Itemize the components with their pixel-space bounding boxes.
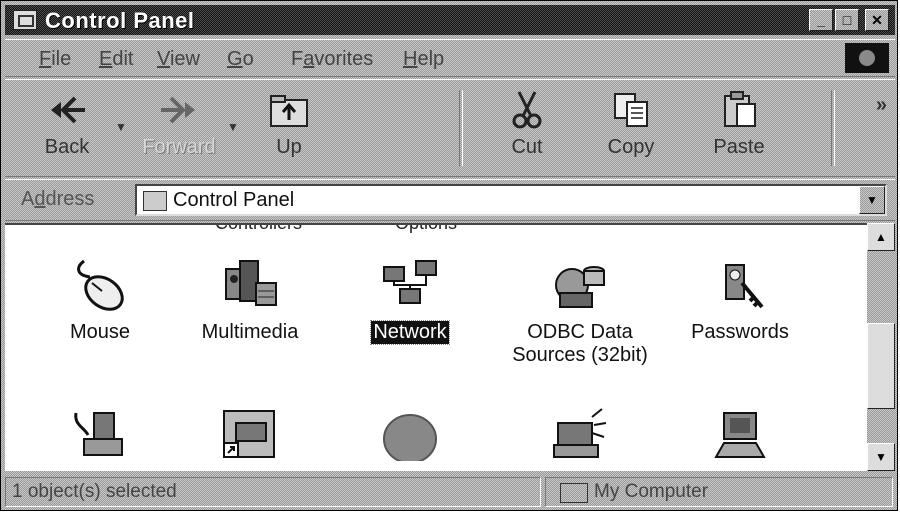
item-network[interactable]: Network: [335, 257, 485, 345]
menu-edit[interactable]: Edit: [99, 48, 133, 71]
title-bar[interactable]: Control Panel _ □ ✕: [5, 5, 895, 35]
address-field[interactable]: Control Panel ▼: [135, 184, 887, 216]
my-computer-icon: [560, 483, 588, 503]
item-odbc[interactable]: ODBC Data Sources (32bit): [505, 257, 655, 367]
scissors-icon: [505, 90, 549, 130]
back-button[interactable]: Back: [23, 84, 111, 172]
more-buttons-chevron[interactable]: »: [876, 94, 887, 117]
paste-clipboard-icon: [717, 90, 761, 130]
menu-favorites[interactable]: Favorites: [291, 48, 373, 71]
status-selection-pane: 1 object(s) selected: [5, 477, 541, 507]
item-power-management[interactable]: [25, 405, 175, 461]
item-sounds[interactable]: [505, 405, 655, 461]
partial-item-label: Controllers: [215, 223, 303, 233]
forward-dropdown-icon[interactable]: ▼: [227, 120, 239, 134]
back-arrow-icon: [45, 90, 89, 130]
control-panel-icon: [13, 10, 37, 30]
system-icon: [710, 405, 770, 461]
control-panel-window: Control Panel _ □ ✕ File Edit View Go Fa…: [0, 0, 898, 511]
partial-item-label: Options: [395, 223, 458, 233]
menu-go[interactable]: Go: [227, 48, 254, 71]
window-title: Control Panel: [45, 8, 195, 33]
item-passwords[interactable]: Passwords: [665, 257, 815, 344]
address-dropdown-button[interactable]: ▼: [859, 186, 885, 214]
copy-button[interactable]: Copy: [587, 84, 675, 172]
vertical-scrollbar[interactable]: ▲ ▼: [867, 223, 895, 471]
address-bar: Address Control Panel ▼: [5, 179, 895, 221]
status-zone-pane: My Computer: [545, 477, 893, 507]
odbc-label-line1: ODBC Data: [527, 321, 633, 343]
control-panel-folder-icon: [143, 191, 167, 211]
status-zone-text: My Computer: [594, 481, 709, 502]
minimize-button[interactable]: _: [809, 9, 833, 31]
up-button[interactable]: Up: [245, 84, 333, 172]
power-management-icon: [70, 405, 130, 461]
close-button[interactable]: ✕: [865, 9, 889, 31]
scroll-thumb[interactable]: [867, 323, 895, 409]
up-folder-icon: [267, 90, 311, 130]
back-dropdown-icon[interactable]: ▼: [115, 120, 127, 134]
windows-logo-throbber: [845, 43, 889, 73]
item-regional-settings[interactable]: [335, 405, 485, 464]
copy-icon: [609, 90, 653, 130]
regional-settings-icon: [380, 405, 440, 464]
address-value: Control Panel: [173, 189, 295, 211]
network-icon: [380, 257, 440, 313]
cut-button[interactable]: Cut: [483, 84, 571, 172]
status-bar: 1 object(s) selected My Computer: [5, 475, 895, 509]
address-label: Address: [21, 188, 95, 210]
odbc-label-line2: Sources (32bit): [512, 344, 648, 366]
mouse-icon: [70, 257, 130, 313]
sounds-icon: [550, 405, 610, 461]
printers-shortcut-icon: [220, 405, 280, 461]
scroll-down-button[interactable]: ▼: [867, 443, 895, 471]
toolbar-separator: [459, 90, 463, 166]
item-mouse[interactable]: Mouse: [25, 257, 175, 344]
standard-toolbar: Back ▼ Forward ▼ Up Cut Copy Paste »: [5, 79, 895, 177]
item-multimedia[interactable]: Multimedia: [175, 257, 325, 344]
passwords-icon: [710, 257, 770, 313]
toolbar-separator: [831, 90, 835, 166]
forward-button[interactable]: Forward: [135, 84, 223, 172]
maximize-button[interactable]: □: [835, 9, 859, 31]
menu-view[interactable]: View: [157, 48, 200, 71]
menu-help[interactable]: Help: [403, 48, 444, 71]
multimedia-icon: [220, 257, 280, 313]
odbc-icon: [550, 257, 610, 313]
item-system[interactable]: [665, 405, 815, 461]
status-selection-text: 1 object(s) selected: [12, 481, 177, 502]
menu-bar: File Edit View Go Favorites Help: [5, 39, 895, 77]
item-printers[interactable]: [175, 405, 325, 461]
forward-arrow-icon: [157, 90, 201, 130]
scroll-up-button[interactable]: ▲: [867, 223, 895, 251]
paste-button[interactable]: Paste: [695, 84, 783, 172]
menu-file[interactable]: File: [39, 48, 71, 71]
folder-view[interactable]: Controllers Options Mouse Multimedia Net…: [5, 223, 867, 471]
